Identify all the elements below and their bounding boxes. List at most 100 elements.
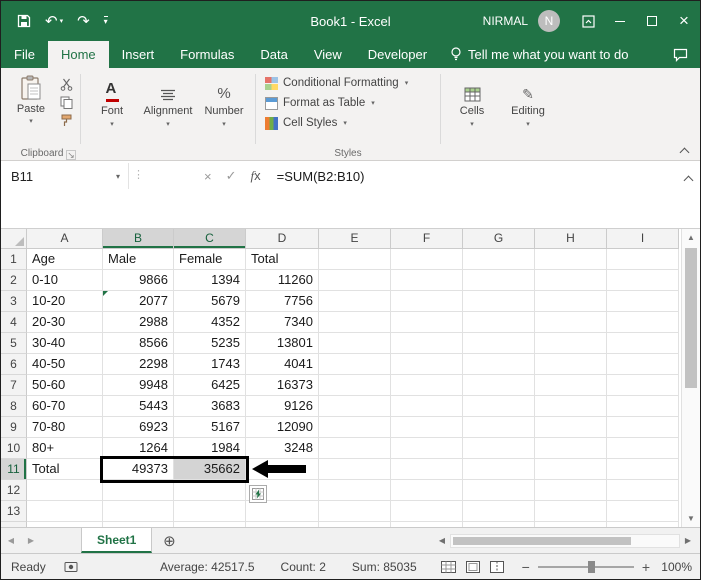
close-button[interactable]: × bbox=[668, 1, 700, 41]
column-header-H[interactable]: H bbox=[535, 229, 607, 249]
cell-C5[interactable]: 5235 bbox=[174, 333, 246, 354]
paste-button[interactable]: Paste ▾ bbox=[7, 70, 55, 146]
cell-C8[interactable]: 3683 bbox=[174, 396, 246, 417]
cell-A4[interactable]: 20-30 bbox=[27, 312, 103, 333]
maximize-button[interactable] bbox=[636, 1, 668, 41]
cell-F1[interactable] bbox=[391, 249, 463, 270]
cell-B2[interactable]: 9866 bbox=[103, 270, 174, 291]
row-header-4[interactable]: 4 bbox=[1, 312, 27, 333]
cell-B5[interactable]: 8566 bbox=[103, 333, 174, 354]
cell-E1[interactable] bbox=[319, 249, 391, 270]
cell-B9[interactable]: 6923 bbox=[103, 417, 174, 438]
cell-F6[interactable] bbox=[391, 354, 463, 375]
cell-H11[interactable] bbox=[535, 459, 607, 480]
macro-record-button[interactable] bbox=[64, 561, 78, 573]
column-header-D[interactable]: D bbox=[246, 229, 319, 249]
save-button[interactable] bbox=[17, 14, 31, 28]
ribbon-display-options-button[interactable] bbox=[572, 1, 604, 41]
cell-D5[interactable]: 13801 bbox=[246, 333, 319, 354]
cell-I5[interactable] bbox=[607, 333, 679, 354]
cell-D2[interactable]: 11260 bbox=[246, 270, 319, 291]
cell-I4[interactable] bbox=[607, 312, 679, 333]
normal-view-button[interactable] bbox=[440, 560, 456, 573]
select-all-button[interactable] bbox=[1, 229, 27, 249]
status-sum[interactable]: Sum: 85035 bbox=[352, 560, 417, 574]
page-layout-view-button[interactable] bbox=[465, 560, 480, 573]
customize-qat-button[interactable]: ▾ bbox=[103, 16, 108, 26]
cell-H2[interactable] bbox=[535, 270, 607, 291]
cell-F8[interactable] bbox=[391, 396, 463, 417]
cell-F7[interactable] bbox=[391, 375, 463, 396]
cell-I11[interactable] bbox=[607, 459, 679, 480]
column-header-C[interactable]: C bbox=[174, 229, 246, 249]
minimize-button[interactable] bbox=[604, 1, 636, 41]
collapse-ribbon-button[interactable] bbox=[679, 143, 690, 158]
cell-C4[interactable]: 4352 bbox=[174, 312, 246, 333]
row-header-9[interactable]: 9 bbox=[1, 417, 27, 438]
cell-B7[interactable]: 9948 bbox=[103, 375, 174, 396]
cell-E4[interactable] bbox=[319, 312, 391, 333]
cell-E9[interactable] bbox=[319, 417, 391, 438]
cell-C9[interactable]: 5167 bbox=[174, 417, 246, 438]
cell-A1[interactable]: Age bbox=[27, 249, 103, 270]
page-break-view-button[interactable] bbox=[489, 560, 504, 573]
quick-analysis-button[interactable] bbox=[249, 485, 267, 503]
new-sheet-button[interactable]: ⊕ bbox=[152, 528, 186, 553]
row-header-7[interactable]: 7 bbox=[1, 375, 27, 396]
cell-C10[interactable]: 1984 bbox=[174, 438, 246, 459]
sheet-tab-sheet1[interactable]: Sheet1 bbox=[81, 528, 153, 553]
row-header-12[interactable]: 12 bbox=[1, 480, 27, 501]
row-header-6[interactable]: 6 bbox=[1, 354, 27, 375]
cell-B4[interactable]: 2988 bbox=[103, 312, 174, 333]
tab-developer[interactable]: Developer bbox=[355, 41, 440, 68]
cell-G2[interactable] bbox=[463, 270, 535, 291]
cell-H1[interactable] bbox=[535, 249, 607, 270]
sheet-nav-right-icon[interactable]: ▶ bbox=[21, 528, 41, 553]
cell-F3[interactable] bbox=[391, 291, 463, 312]
cell-B3[interactable]: 2077 bbox=[103, 291, 174, 312]
row-header-2[interactable]: 2 bbox=[1, 270, 27, 291]
tab-formulas[interactable]: Formulas bbox=[167, 41, 247, 68]
cell-F9[interactable] bbox=[391, 417, 463, 438]
cell-I8[interactable] bbox=[607, 396, 679, 417]
zoom-slider-thumb[interactable] bbox=[587, 560, 595, 573]
tab-insert[interactable]: Insert bbox=[109, 41, 168, 68]
cell-G3[interactable] bbox=[463, 291, 535, 312]
zoom-in-button[interactable]: + bbox=[642, 559, 650, 575]
cell-F13[interactable] bbox=[391, 501, 463, 522]
cell-D3[interactable]: 7756 bbox=[246, 291, 319, 312]
cell-A5[interactable]: 30-40 bbox=[27, 333, 103, 354]
cell-A6[interactable]: 40-50 bbox=[27, 354, 103, 375]
cell-A12[interactable] bbox=[27, 480, 103, 501]
cell-styles-button[interactable]: Cell Styles ▾ bbox=[265, 114, 431, 132]
vertical-scrollbar[interactable]: ▲ ▼ bbox=[681, 229, 700, 527]
cell-E2[interactable] bbox=[319, 270, 391, 291]
cell-D11[interactable] bbox=[246, 459, 319, 480]
cell-H12[interactable] bbox=[535, 480, 607, 501]
cell-A10[interactable]: 80+ bbox=[27, 438, 103, 459]
cell-G10[interactable] bbox=[463, 438, 535, 459]
avatar[interactable]: N bbox=[538, 10, 560, 32]
number-group-button[interactable]: % Number ▾ bbox=[196, 70, 252, 160]
row-header-10[interactable]: 10 bbox=[1, 438, 27, 459]
scroll-up-button[interactable]: ▲ bbox=[682, 229, 700, 246]
scroll-down-button[interactable]: ▼ bbox=[682, 510, 700, 527]
cell-D9[interactable]: 12090 bbox=[246, 417, 319, 438]
status-average[interactable]: Average: 42517.5 bbox=[160, 560, 255, 574]
cell-E5[interactable] bbox=[319, 333, 391, 354]
cell-A8[interactable]: 60-70 bbox=[27, 396, 103, 417]
cell-D6[interactable]: 4041 bbox=[246, 354, 319, 375]
cell-B1[interactable]: Male bbox=[103, 249, 174, 270]
cells-group-button[interactable]: Cells ▾ bbox=[444, 70, 500, 160]
format-painter-button[interactable] bbox=[60, 114, 73, 127]
enter-button[interactable]: ✓ bbox=[226, 168, 237, 184]
cell-D1[interactable]: Total bbox=[246, 249, 319, 270]
cell-F2[interactable] bbox=[391, 270, 463, 291]
cell-G9[interactable] bbox=[463, 417, 535, 438]
cell-I3[interactable] bbox=[607, 291, 679, 312]
row-header-13[interactable]: 13 bbox=[1, 501, 27, 522]
cell-I7[interactable] bbox=[607, 375, 679, 396]
redo-button[interactable]: ↷ bbox=[77, 12, 90, 30]
cell-I1[interactable] bbox=[607, 249, 679, 270]
cell-A2[interactable]: 0-10 bbox=[27, 270, 103, 291]
